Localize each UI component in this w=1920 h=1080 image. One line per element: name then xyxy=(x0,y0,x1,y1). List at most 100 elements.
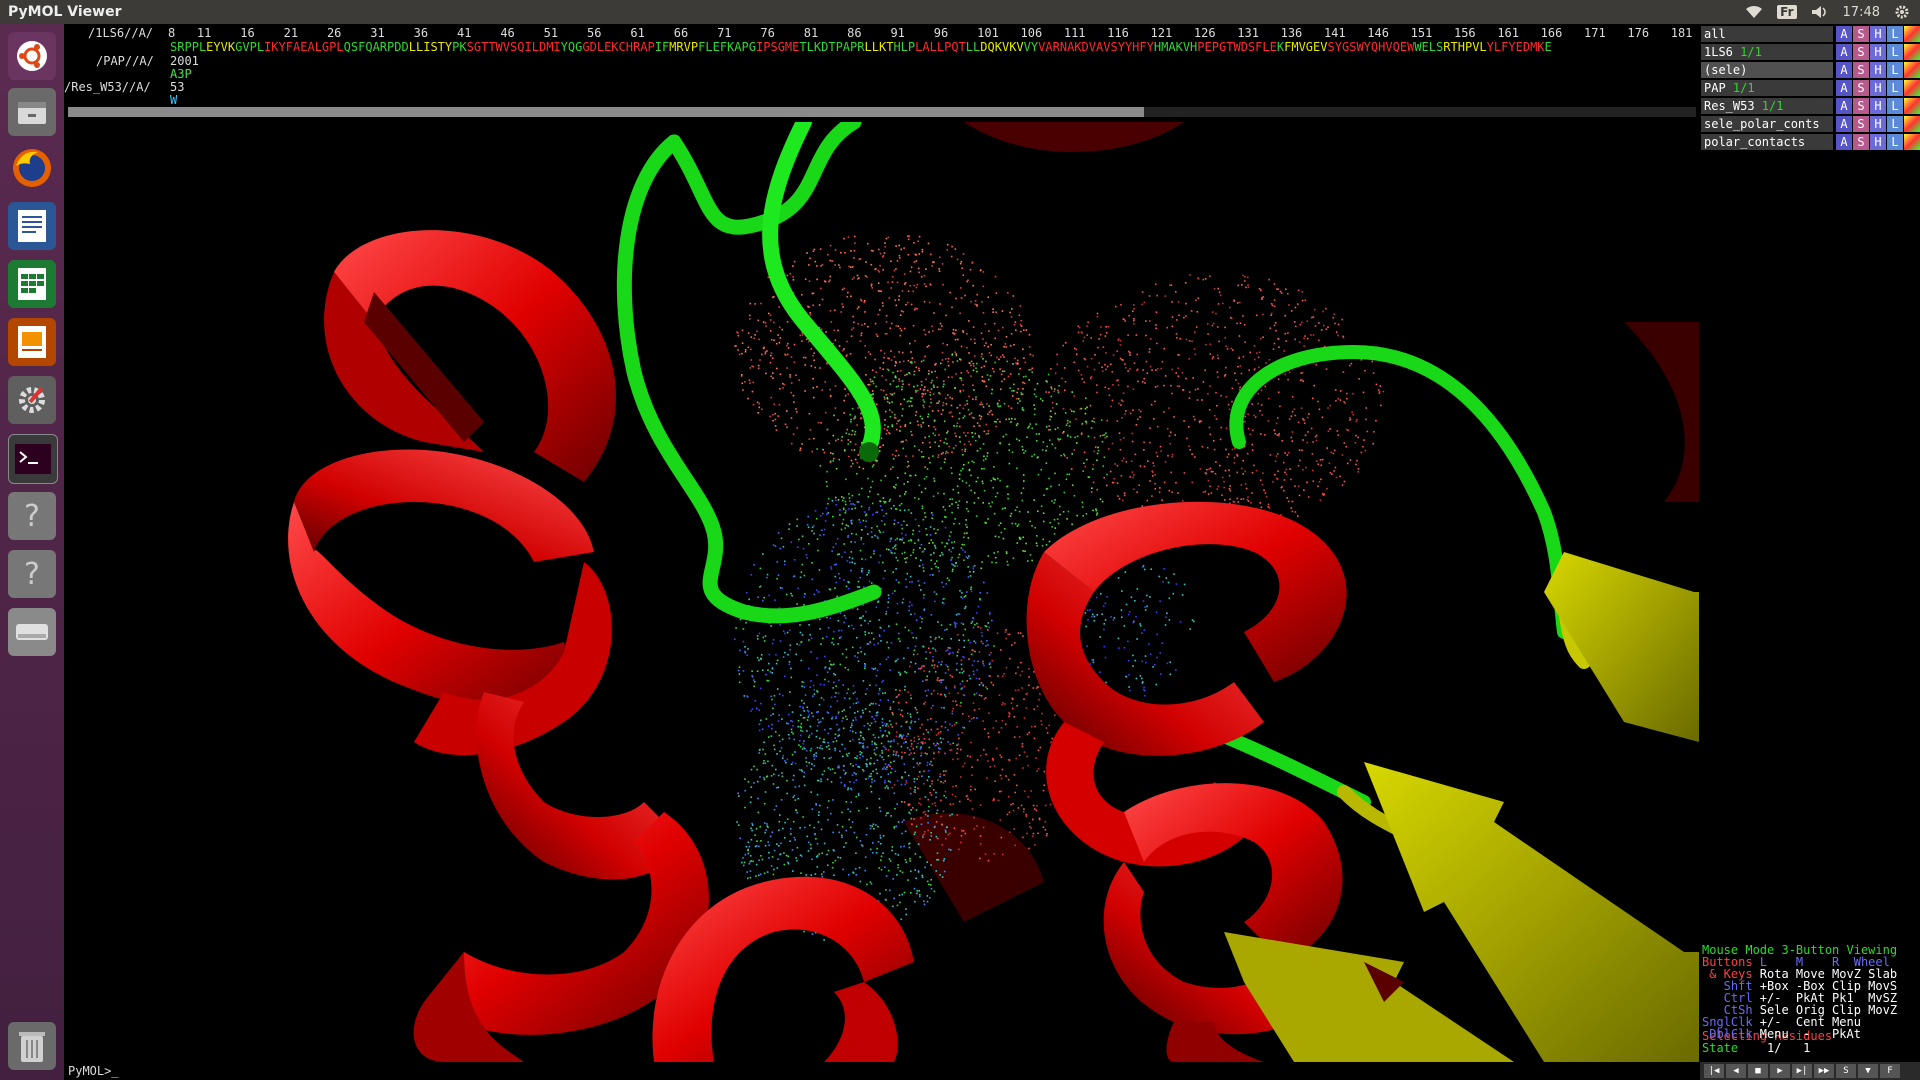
label-button[interactable]: L xyxy=(1887,80,1903,96)
color-button[interactable] xyxy=(1904,62,1920,78)
residue[interactable]: K xyxy=(1074,40,1081,54)
residue[interactable]: G xyxy=(582,40,589,54)
residue[interactable]: S xyxy=(1328,40,1335,54)
residue[interactable]: K xyxy=(1277,40,1284,54)
residue[interactable]: S xyxy=(351,40,358,54)
show-button[interactable]: S xyxy=(1853,134,1869,150)
residue[interactable]: Y xyxy=(279,40,286,54)
residue[interactable]: V xyxy=(1089,40,1096,54)
residue[interactable]: W xyxy=(1356,40,1363,54)
residue[interactable]: V xyxy=(1385,40,1392,54)
residue[interactable]: L xyxy=(597,40,604,54)
residue[interactable]: P xyxy=(836,40,843,54)
terminal-icon[interactable] xyxy=(8,434,58,484)
residue[interactable]: T xyxy=(959,40,966,54)
ubuntu-dash-icon[interactable] xyxy=(8,32,56,80)
residue[interactable]: H xyxy=(893,40,900,54)
play-button[interactable]: ▶ xyxy=(1770,1064,1790,1078)
residue[interactable]: E xyxy=(1545,40,1552,54)
residue[interactable]: Q xyxy=(344,40,351,54)
residue[interactable]: S xyxy=(1110,40,1117,54)
residue[interactable]: L xyxy=(966,40,973,54)
residue[interactable]: K xyxy=(814,40,821,54)
rewind-button[interactable]: |◀ xyxy=(1704,1064,1724,1078)
residue[interactable]: L xyxy=(336,40,343,54)
show-button[interactable]: S xyxy=(1853,80,1869,96)
stop-button[interactable]: ■ xyxy=(1748,1064,1768,1078)
residue[interactable]: R xyxy=(1053,40,1060,54)
residue[interactable]: Y xyxy=(1487,40,1494,54)
residue[interactable]: V xyxy=(684,40,691,54)
files-icon[interactable] xyxy=(8,88,56,136)
residue[interactable]: G xyxy=(778,40,785,54)
forward-button[interactable]: ▶| xyxy=(1792,1064,1812,1078)
residue-w[interactable]: W xyxy=(170,93,177,107)
residue[interactable]: L xyxy=(865,40,872,54)
sequence-scrollbar[interactable] xyxy=(68,107,1696,117)
residue[interactable]: Q xyxy=(1393,40,1400,54)
3d-viewport[interactable] xyxy=(64,122,1699,1062)
residue[interactable]: V xyxy=(242,40,249,54)
object-name[interactable]: all xyxy=(1701,26,1833,42)
residue[interactable]: P xyxy=(192,40,199,54)
full-screen-button[interactable]: ▼ xyxy=(1858,1064,1878,1078)
show-button[interactable]: S xyxy=(1853,44,1869,60)
residue[interactable]: G xyxy=(474,40,481,54)
residue[interactable]: R xyxy=(857,40,864,54)
residue[interactable]: Q xyxy=(987,40,994,54)
object-name[interactable]: Res_W53 1/1 xyxy=(1701,98,1833,114)
residue[interactable]: S xyxy=(430,40,437,54)
residue[interactable]: N xyxy=(1060,40,1067,54)
residue[interactable]: A xyxy=(307,40,314,54)
action-button[interactable]: A xyxy=(1836,62,1852,78)
object-name[interactable]: polar_contacts xyxy=(1701,134,1833,150)
object-name[interactable]: sele_polar_conts xyxy=(1701,116,1833,132)
unknown-app-icon[interactable]: ? xyxy=(8,550,56,598)
residue[interactable]: K xyxy=(611,40,618,54)
hide-button[interactable]: H xyxy=(1870,62,1886,78)
object-row[interactable]: PAP 1/1 A S H L xyxy=(1701,80,1920,96)
residue[interactable]: L xyxy=(409,40,416,54)
sequence-residues[interactable]: SRPPLEYVKGVPLIKYFAEALGPLQSFQARPDDLLISTYP… xyxy=(170,40,1552,54)
residue[interactable]: E xyxy=(713,40,720,54)
command-line[interactable]: PyMOL>_ xyxy=(64,1062,1703,1080)
residue[interactable]: V xyxy=(503,40,510,54)
back-button[interactable]: ◀ xyxy=(1726,1064,1746,1078)
color-button[interactable] xyxy=(1904,116,1920,132)
residue[interactable]: P xyxy=(250,40,257,54)
residue[interactable]: S xyxy=(770,40,777,54)
label-button[interactable]: L xyxy=(1887,44,1903,60)
residue[interactable]: A xyxy=(1045,40,1052,54)
end-button[interactable]: ▶▶ xyxy=(1814,1064,1834,1078)
residue[interactable]: I xyxy=(524,40,531,54)
label-button[interactable]: L xyxy=(1887,134,1903,150)
residue[interactable]: L xyxy=(930,40,937,54)
residue[interactable]: V xyxy=(1016,40,1023,54)
residue[interactable]: P xyxy=(742,40,749,54)
residue[interactable]: V xyxy=(1024,40,1031,54)
system-settings-icon[interactable] xyxy=(8,376,56,424)
show-button[interactable]: S xyxy=(1853,116,1869,132)
color-button[interactable] xyxy=(1904,80,1920,96)
residue[interactable]: P xyxy=(1197,40,1204,54)
residue[interactable]: D xyxy=(394,40,401,54)
object-row[interactable]: 1LS6 1/1 A S H L xyxy=(1701,44,1920,60)
keyboard-layout-indicator[interactable]: Fr xyxy=(1777,5,1797,19)
residue[interactable]: Y xyxy=(1118,40,1125,54)
residue[interactable]: A xyxy=(1168,40,1175,54)
object-name[interactable]: PAP 1/1 xyxy=(1701,80,1833,96)
residue[interactable]: E xyxy=(1516,40,1523,54)
residue[interactable]: H xyxy=(626,40,633,54)
residue[interactable]: T xyxy=(488,40,495,54)
residue[interactable]: F xyxy=(286,40,293,54)
object-name[interactable]: 1LS6 1/1 xyxy=(1701,44,1833,60)
residue[interactable]: L xyxy=(1429,40,1436,54)
residue[interactable]: K xyxy=(995,40,1002,54)
residue[interactable]: L xyxy=(705,40,712,54)
impress-icon[interactable] xyxy=(8,318,56,366)
drive-icon[interactable] xyxy=(8,608,56,656)
residue[interactable]: T xyxy=(438,40,445,54)
residue[interactable]: G xyxy=(749,40,756,54)
color-button[interactable] xyxy=(1904,134,1920,150)
action-button[interactable]: A xyxy=(1836,80,1852,96)
